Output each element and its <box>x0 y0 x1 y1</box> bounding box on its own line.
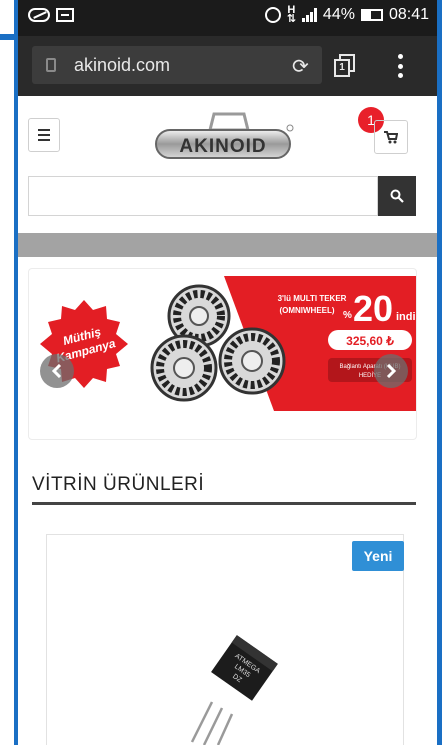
search-input[interactable] <box>28 176 378 216</box>
edit-icon <box>28 8 50 22</box>
chevron-right-icon <box>386 364 397 378</box>
banner-price: 325,60 ₺ <box>346 334 394 348</box>
url-text[interactable]: akinoid.com <box>74 55 170 76</box>
image-icon <box>56 8 74 22</box>
akinoid-logo[interactable]: AKINOID <box>152 108 294 166</box>
frame-right-border <box>437 0 442 745</box>
cart-button[interactable] <box>374 120 408 154</box>
address-bar[interactable]: akinoid.com ⟳ <box>32 46 322 84</box>
banner-discount-suffix: indi <box>396 311 416 323</box>
grey-divider-band <box>18 233 437 257</box>
banner-product-line2: (OMNIWHEEL) <box>279 306 334 315</box>
banner-product-line1: 3'lü MULTI TEKER <box>278 294 347 303</box>
banner-discount: 20 <box>353 288 393 329</box>
slider-next-button[interactable] <box>374 354 408 388</box>
battery-percent: 44% <box>322 6 355 23</box>
banner-percent-sign: % <box>343 310 352 321</box>
logo-text: AKINOID <box>179 136 266 157</box>
tab-count: 1 <box>334 59 350 77</box>
product-image[interactable]: ATMEGA LM35 DZ <box>188 630 298 745</box>
search-icon <box>390 189 404 203</box>
section-title: VİTRİN ÜRÜNLERİ <box>32 474 205 495</box>
battery-icon <box>360 9 383 21</box>
reload-icon[interactable]: ⟳ <box>292 54 309 79</box>
page-info-icon[interactable] <box>46 58 56 72</box>
network-type-icon: H ⇅ <box>286 4 296 25</box>
slider-prev-button[interactable] <box>40 354 74 388</box>
status-bar: H ⇅ 44% 08:41 <box>18 0 437 36</box>
signal-icon <box>301 8 317 22</box>
network-type: H <box>287 4 296 16</box>
clock: 08:41 <box>388 6 429 23</box>
menu-icon[interactable] <box>28 118 60 152</box>
tabs-button[interactable]: 1 <box>334 54 356 78</box>
alarm-icon <box>264 7 281 23</box>
cart-icon <box>384 130 398 143</box>
new-badge: Yeni <box>352 541 404 571</box>
section-divider <box>32 502 416 505</box>
browser-toolbar: akinoid.com ⟳ 1 <box>18 36 437 96</box>
browser-menu-icon[interactable] <box>398 54 404 78</box>
chevron-left-icon <box>51 364 62 378</box>
promo-banner[interactable]: Müthiş Kampanya 3'lü MULTI TEKER (OMNIWH… <box>34 276 416 411</box>
search-button[interactable] <box>378 176 416 216</box>
phone-screen: H ⇅ 44% 08:41 akinoid.com ⟳ 1 AKINOID 1 … <box>18 0 437 745</box>
